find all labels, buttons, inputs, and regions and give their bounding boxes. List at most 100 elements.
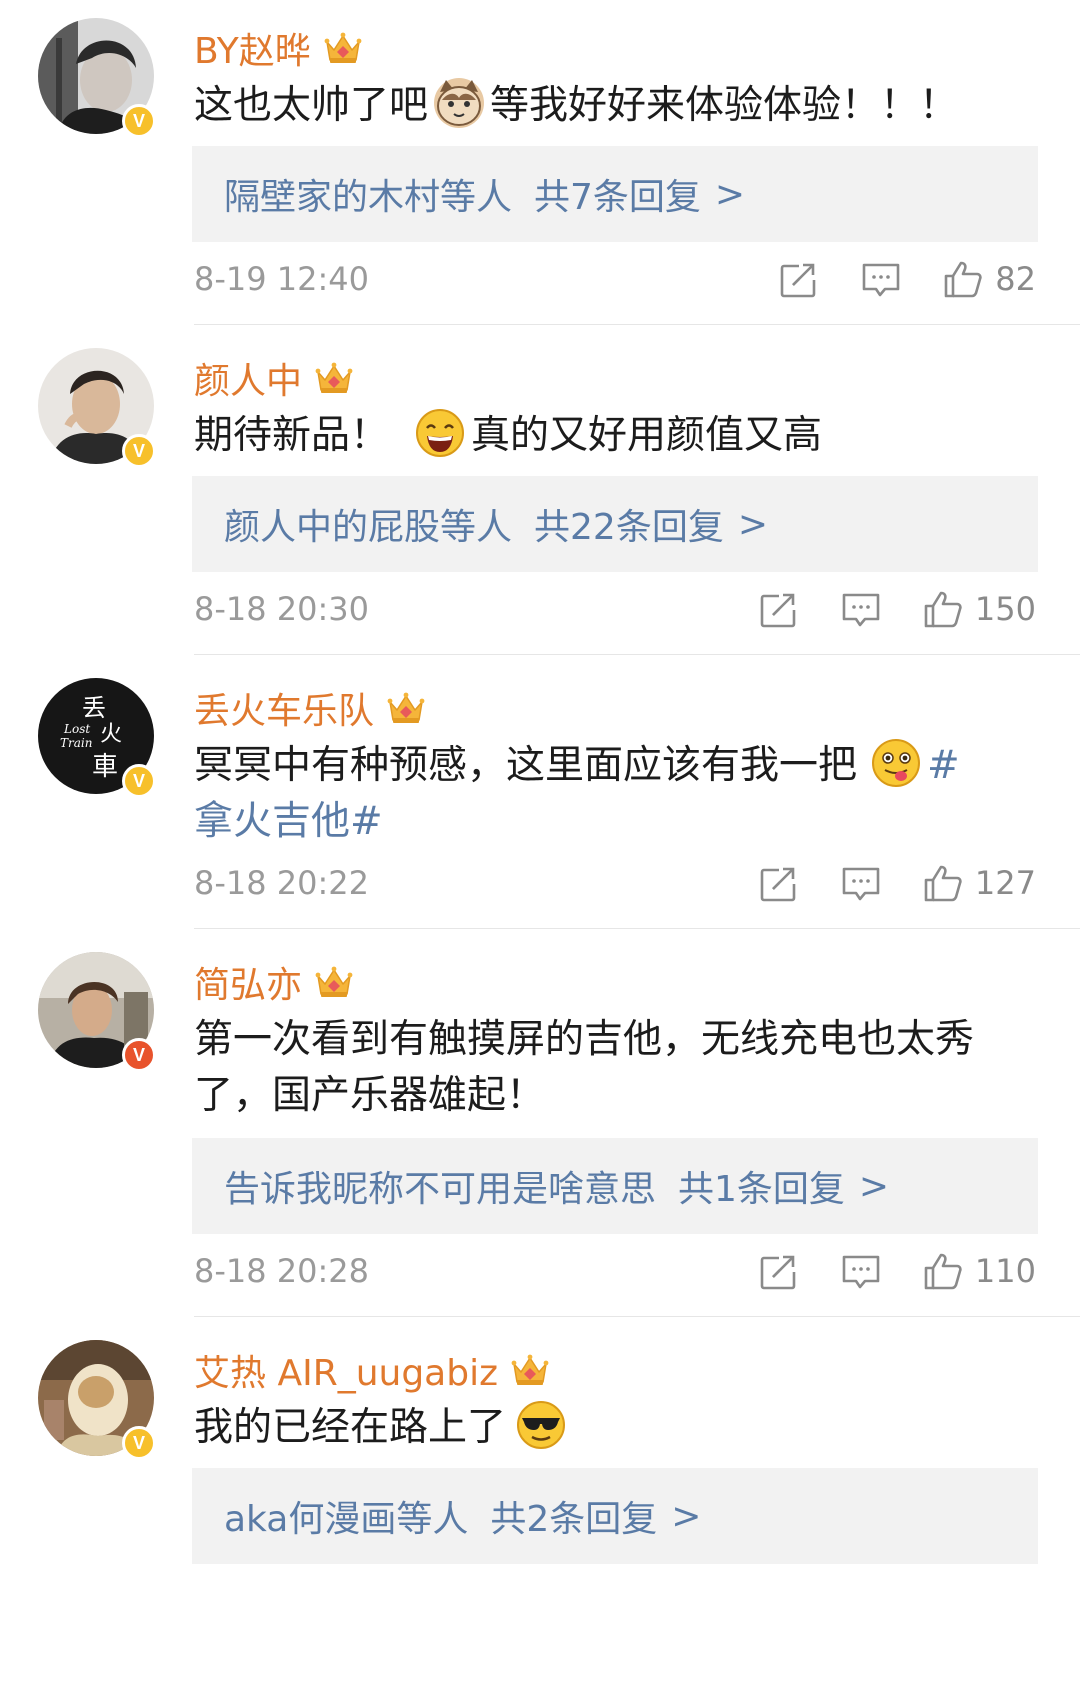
comment-text-part: 真的又好用颜值又高: [471, 413, 823, 458]
avatar[interactable]: V: [38, 1340, 156, 1460]
avatar[interactable]: V: [38, 348, 156, 468]
username-row: 丢火车乐队: [194, 682, 426, 734]
verified-v-icon: V: [122, 764, 156, 798]
comment-text-part: 我的已经在路上了: [194, 1405, 507, 1450]
username-row: BY赵晔: [194, 22, 363, 74]
avatar[interactable]: V: [38, 18, 156, 138]
crown-badge-icon: [323, 30, 363, 66]
cool-sunglasses-emoji-icon: [516, 1400, 566, 1450]
like-count: 150: [974, 590, 1036, 628]
username[interactable]: 丢火车乐队: [194, 682, 374, 734]
comment-text-part: 这也太帅了吧: [194, 83, 429, 128]
comment-meta: 8-18 20:28 110: [194, 1246, 1036, 1296]
replies-preview[interactable]: 颜人中的屁股等人 共22条回复 >: [192, 476, 1038, 572]
timestamp: 8-18 20:30: [194, 590, 370, 628]
comment-button[interactable]: [841, 863, 881, 903]
comment-text: 这也太帅了吧 等我好好来体验体验！！！: [194, 76, 1044, 136]
crown-badge-icon: [314, 964, 354, 1000]
comment-meta: 8-18 20:22 127: [194, 858, 1036, 908]
share-button[interactable]: [759, 589, 799, 629]
share-icon: [759, 1251, 799, 1291]
verified-v-icon: V: [122, 1038, 156, 1072]
chevron-right-icon: >: [737, 503, 768, 545]
comment-text-part: 期待新品！: [194, 413, 390, 458]
grinning-emoji-icon: [415, 408, 465, 458]
comment-text-part: 第一次看到有触摸屏的吉他，无线充电也太秀: [194, 1017, 975, 1062]
cat-emoji-icon: [434, 78, 485, 128]
username[interactable]: 简弘亦: [194, 956, 302, 1008]
comment-text-part: 冥冥中有种预感，这里面应该有我一把: [194, 743, 858, 788]
topic-tag[interactable]: #: [927, 743, 960, 788]
timestamp: 8-18 20:22: [194, 864, 370, 902]
comment-text: 了，国产乐器雄起！: [194, 1066, 1044, 1126]
reply-count: 共1条回复: [678, 1169, 845, 1210]
comment-button[interactable]: [861, 259, 901, 299]
thumbs-up-icon: [923, 589, 963, 629]
comment-meta: 8-19 12:40 82: [194, 254, 1036, 304]
username-row: 颜人中: [194, 352, 354, 404]
share-button[interactable]: [779, 259, 819, 299]
username[interactable]: 颜人中: [194, 352, 302, 404]
verified-v-icon: V: [122, 104, 156, 138]
avatar[interactable]: 丢 火 車 Lost Train V: [38, 678, 156, 798]
replies-preview[interactable]: 告诉我昵称不可用是啥意思 共1条回复 >: [192, 1138, 1038, 1234]
share-button[interactable]: [759, 863, 799, 903]
comment-icon: [841, 863, 881, 903]
timestamp: 8-18 20:28: [194, 1252, 370, 1290]
like-button[interactable]: 82: [943, 259, 1036, 299]
share-button[interactable]: [759, 1251, 799, 1291]
username-row: 艾热 AIR_uugabiz: [194, 1344, 550, 1396]
comment-text: 第一次看到有触摸屏的吉他，无线充电也太秀: [194, 1010, 1044, 1070]
tongue-emoji-icon: [871, 738, 921, 788]
comment-text: 期待新品！ 真的又好用颜值又高: [194, 406, 1044, 466]
comment-icon: [841, 589, 881, 629]
reply-count: 共22条回复: [534, 507, 724, 548]
reply-users: 隔壁家的木村等人: [224, 177, 513, 218]
avatar[interactable]: V: [38, 952, 156, 1072]
divider: [194, 324, 1080, 325]
chevron-right-icon: >: [671, 1495, 702, 1537]
comment-text: 拿火吉他#: [194, 792, 1044, 852]
comment-text: 冥冥中有种预感，这里面应该有我一把 #: [194, 736, 1044, 796]
comment-icon: [861, 259, 901, 299]
comment-text-part: 等我好好来体验体验！！！: [490, 83, 959, 128]
logo-glyph: 火: [100, 722, 123, 747]
comment-text: 我的已经在路上了: [194, 1398, 1044, 1458]
comment-icon: [841, 1251, 881, 1291]
like-button[interactable]: 110: [923, 1251, 1036, 1291]
share-icon: [759, 863, 799, 903]
username[interactable]: 艾热 AIR_uugabiz: [194, 1344, 498, 1396]
replies-preview[interactable]: aka何漫画等人 共2条回复 >: [192, 1468, 1038, 1564]
comment-button[interactable]: [841, 589, 881, 629]
chevron-right-icon: >: [714, 173, 746, 215]
crown-badge-icon: [386, 690, 426, 726]
reply-users: 颜人中的屁股等人: [224, 507, 513, 548]
like-count: 82: [995, 260, 1036, 298]
thumbs-up-icon: [943, 259, 983, 299]
crown-badge-icon: [314, 360, 354, 396]
like-button[interactable]: 127: [923, 863, 1036, 903]
logo-text: Lost: [64, 722, 91, 736]
username-row: 简弘亦: [194, 956, 354, 1008]
verified-v-icon: V: [122, 1426, 156, 1460]
divider: [194, 928, 1080, 929]
comment-button[interactable]: [841, 1251, 881, 1291]
verified-v-icon: V: [122, 434, 156, 468]
replies-preview[interactable]: 隔壁家的木村等人 共7条回复 >: [192, 146, 1038, 242]
thumbs-up-icon: [923, 863, 963, 903]
share-icon: [759, 589, 799, 629]
divider: [194, 1316, 1080, 1317]
username[interactable]: BY赵晔: [194, 22, 311, 74]
comment-meta: 8-18 20:30 150: [194, 584, 1036, 634]
divider: [194, 654, 1080, 655]
comment-text-part: 了，国产乐器雄起！: [194, 1073, 546, 1118]
reply-count: 共2条回复: [490, 1499, 658, 1540]
like-button[interactable]: 150: [923, 589, 1036, 629]
reply-count: 共7条回复: [534, 177, 701, 218]
topic-tag[interactable]: 拿火吉他#: [194, 799, 383, 844]
reply-users: aka何漫画等人: [224, 1499, 469, 1540]
logo-glyph: 車: [92, 752, 119, 782]
like-count: 127: [974, 864, 1036, 902]
logo-text: Train: [60, 736, 93, 750]
timestamp: 8-19 12:40: [194, 260, 370, 298]
